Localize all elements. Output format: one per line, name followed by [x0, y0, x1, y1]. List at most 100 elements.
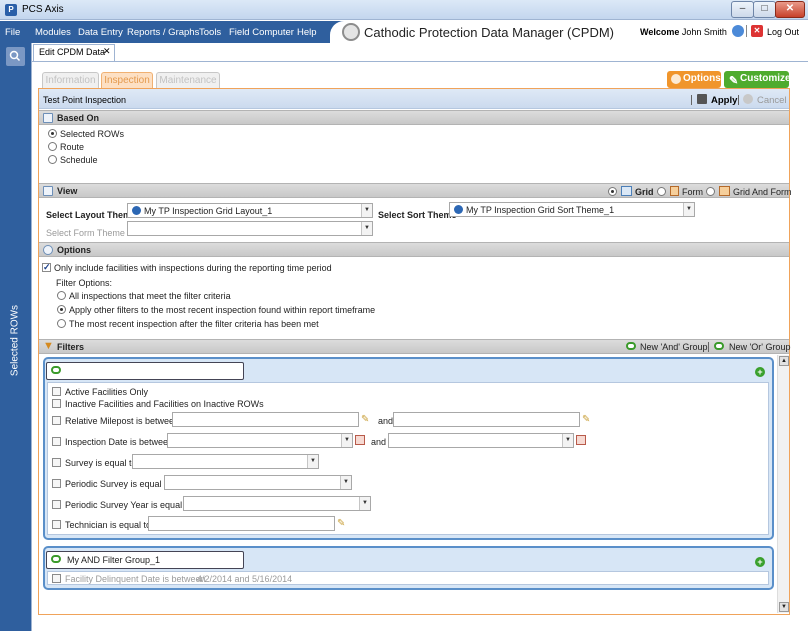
radio-most-recent-after[interactable]: [57, 319, 66, 328]
chevron-down-icon: ▼: [361, 204, 372, 217]
filter-option-label: Apply other filters to the most recent i…: [69, 305, 376, 315]
milepost-checkbox[interactable]: [52, 416, 61, 425]
maximize-button[interactable]: □: [753, 1, 776, 18]
filters-scrollbar[interactable]: ▲ ▼: [777, 355, 789, 613]
menu-file[interactable]: File: [5, 27, 20, 38]
grid-view-icon: [621, 186, 632, 196]
tab-information[interactable]: Information: [42, 72, 99, 88]
options-header[interactable]: Options: [39, 242, 789, 257]
radio-route[interactable]: [48, 142, 57, 151]
divider: [746, 25, 747, 37]
active-facilities-checkbox[interactable]: [52, 387, 61, 396]
pencil-icon: ✎: [582, 414, 591, 425]
menu-data-entry[interactable]: Data Entry: [78, 27, 123, 38]
close-window-button[interactable]: ✕: [775, 1, 805, 18]
scroll-down-icon[interactable]: ▼: [779, 602, 789, 612]
menu-help[interactable]: Help: [297, 27, 317, 38]
based-on-title: Based On: [57, 113, 100, 123]
chevron-down-icon: ▼: [562, 434, 573, 447]
new-and-group-button[interactable]: New 'And' Group: [640, 342, 707, 352]
inactive-facilities-checkbox[interactable]: [52, 399, 61, 408]
scroll-up-icon[interactable]: ▲: [779, 356, 789, 366]
filter-label: Technician is equal to: [65, 520, 152, 530]
divider: [708, 342, 709, 352]
filters-title: Filters: [57, 342, 85, 352]
new-or-group-button[interactable]: New 'Or' Group: [729, 342, 790, 352]
inspection-date-to[interactable]: ▼: [388, 433, 574, 448]
based-on-header[interactable]: Based On: [39, 110, 789, 125]
periodic-survey-checkbox[interactable]: [52, 479, 61, 488]
view-title: View: [57, 186, 78, 196]
radio-selected-rows[interactable]: [48, 129, 57, 138]
technician-checkbox[interactable]: [52, 520, 61, 529]
periodic-survey-select[interactable]: ▼: [164, 475, 352, 490]
minimize-button[interactable]: –: [731, 1, 754, 18]
filter-label: Facility Delinquent Date is between: [65, 574, 206, 584]
options-button[interactable]: Options: [667, 71, 721, 88]
customize-button[interactable]: ✎ Customize: [724, 71, 791, 88]
filter-label: Active Facilities Only: [65, 387, 149, 397]
layout-theme-value: My TP Inspection Grid Layout_1: [144, 206, 273, 216]
menu-tools[interactable]: Tools: [199, 27, 221, 38]
only-include-checkbox[interactable]: [42, 262, 51, 273]
inspection-date-from[interactable]: ▼: [167, 433, 353, 448]
calendar-icon[interactable]: [355, 435, 365, 445]
add-filter-button[interactable]: +: [755, 557, 765, 567]
tab-inspection[interactable]: Inspection: [101, 72, 153, 88]
radio-grid-and-form[interactable]: [706, 187, 715, 196]
logout-link[interactable]: Log Out: [767, 27, 799, 37]
filter-option-label: The most recent inspection after the fil…: [69, 319, 319, 329]
technician-input[interactable]: [148, 516, 335, 531]
divider: [738, 95, 739, 105]
periodic-survey-year-select[interactable]: ▼: [183, 496, 371, 511]
chevron-down-icon: ▼: [307, 455, 318, 468]
periodic-survey-year-checkbox[interactable]: [52, 500, 61, 509]
delinquent-date-checkbox[interactable]: [52, 574, 61, 583]
sort-theme-select[interactable]: My TP Inspection Grid Sort Theme_1 ▼: [449, 202, 695, 217]
milepost-from-input[interactable]: [172, 412, 359, 427]
inspection-date-checkbox[interactable]: [52, 437, 61, 446]
and-group-icon: [51, 555, 61, 563]
filter-label: Periodic Survey is equal to: [65, 479, 172, 489]
group-name-value: My AND Filter Group_1: [67, 555, 161, 565]
delinquent-date-value: 4/2/2014 and 5/16/2014: [197, 574, 293, 584]
search-icon[interactable]: [6, 47, 25, 66]
milepost-to-input[interactable]: [393, 412, 580, 427]
layout-theme-select[interactable]: My TP Inspection Grid Layout_1 ▼: [127, 203, 373, 218]
apply-button[interactable]: Apply: [711, 95, 737, 106]
radio-apply-other-filters[interactable]: [57, 305, 66, 314]
radio-form[interactable]: [657, 187, 666, 196]
chevron-down-icon: ▼: [359, 497, 370, 510]
survey-checkbox[interactable]: [52, 458, 61, 467]
close-tab-icon[interactable]: ✕: [103, 46, 111, 57]
selected-rows-toggle[interactable]: Selected ROWs: [5, 300, 25, 390]
group-name-input[interactable]: My AND Filter Group_1: [46, 551, 244, 569]
and-label: and: [371, 437, 387, 447]
menu-modules[interactable]: Modules: [35, 27, 71, 38]
logout-icon[interactable]: ✕: [751, 25, 763, 37]
and-group-icon: [626, 342, 636, 350]
pencil-icon: ✎: [337, 518, 346, 529]
form-theme-select[interactable]: ▼: [127, 221, 373, 236]
chevron-down-icon: ▼: [361, 222, 372, 235]
group-name-input[interactable]: [46, 362, 244, 380]
cancel-button[interactable]: Cancel: [757, 95, 787, 106]
grid-and-form-icon: [719, 186, 730, 196]
cpdm-logo-icon: [342, 23, 360, 41]
wrench-icon: ✎: [729, 75, 739, 87]
add-filter-button[interactable]: +: [755, 367, 765, 377]
cancel-icon[interactable]: [743, 94, 753, 104]
welcome-label: Welcome: [640, 27, 680, 37]
user-name: John Smith: [681, 27, 727, 37]
radio-all-inspections[interactable]: [57, 291, 66, 300]
help-globe-icon[interactable]: [732, 25, 744, 37]
survey-select[interactable]: ▼: [132, 454, 319, 469]
menu-field-computer[interactable]: Field Computer: [229, 27, 294, 38]
tab-maintenance[interactable]: Maintenance: [156, 72, 220, 88]
radio-grid[interactable]: [608, 187, 617, 196]
save-icon[interactable]: [697, 94, 707, 104]
radio-schedule[interactable]: [48, 155, 57, 164]
calendar-icon[interactable]: [576, 435, 586, 445]
window-title: PCS Axis: [22, 4, 64, 15]
menu-reports-graphs[interactable]: Reports / Graphs: [127, 27, 199, 38]
